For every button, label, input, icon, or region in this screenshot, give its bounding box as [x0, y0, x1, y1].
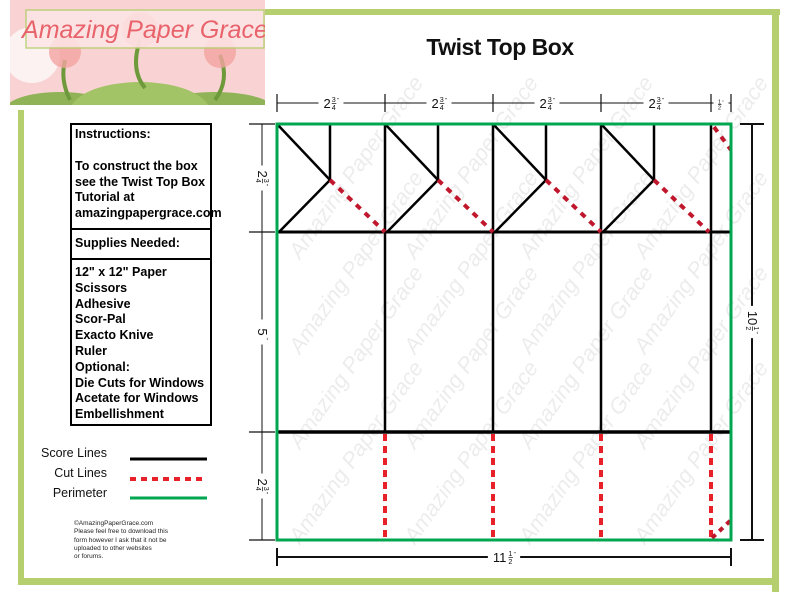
- dimension-whole: 2: [539, 96, 546, 111]
- dimension-label: 1012": [742, 305, 760, 339]
- dimension-numerator: 3: [657, 96, 661, 104]
- inch-mark: ": [262, 184, 268, 186]
- dimension-denominator: 2: [508, 558, 512, 566]
- dimension-whole: 2: [431, 96, 438, 111]
- inch-mark: ": [553, 98, 555, 104]
- dimension-numerator: 1: [508, 550, 512, 558]
- inch-mark: ": [662, 98, 664, 104]
- dimension-numerator: 3: [440, 96, 444, 104]
- dimension-numerator: 3: [262, 487, 270, 491]
- dimension-whole: 11: [493, 550, 507, 565]
- cut-line-diagonal: [710, 518, 733, 540]
- dimension-denominator: 4: [332, 104, 336, 112]
- box-template-diagram: Amazing Paper GraceAmazing Paper GraceAm…: [249, 71, 773, 568]
- inch-mark: ": [262, 492, 268, 494]
- inch-mark: ": [514, 552, 516, 558]
- dimension-label: 234": [426, 96, 452, 114]
- watermark-text: Amazing Paper Grace: [397, 356, 543, 549]
- dimension-numerator: 1: [752, 326, 760, 330]
- dimension-numerator: 3: [548, 96, 552, 104]
- dimension-denominator: 4: [548, 104, 552, 112]
- dimension-denominator: 2: [718, 106, 721, 112]
- dimension-numerator: 3: [332, 96, 336, 104]
- dimension-whole: 10: [745, 311, 760, 325]
- watermark: Amazing Paper GraceAmazing Paper GraceAm…: [282, 71, 773, 549]
- dimension-label: 234": [534, 96, 560, 114]
- dimension-denominator: 4: [254, 487, 262, 491]
- dimension-whole: 2: [255, 170, 270, 177]
- inch-mark: ": [337, 98, 339, 104]
- dimension-label: 2 34": [252, 473, 270, 499]
- inch-mark: ": [262, 338, 268, 340]
- dimension-whole: 2: [323, 96, 330, 111]
- dimension-label: 234": [643, 96, 669, 114]
- dimension-label: 234": [318, 96, 344, 114]
- watermark-text: Amazing Paper Grace: [512, 356, 658, 549]
- dimension-numerator: 3: [262, 179, 270, 183]
- dimension-denominator: 4: [254, 179, 262, 183]
- score-line-diagonal: [276, 123, 331, 181]
- dimension-denominator: 2: [744, 326, 752, 330]
- watermark-text: Amazing Paper Grace: [282, 356, 428, 549]
- dimension-label: 5": [252, 319, 270, 345]
- dimension-denominator: 4: [657, 104, 661, 112]
- dimension-label: 11 12": [487, 550, 521, 568]
- dimension-label: 2 34": [252, 165, 270, 191]
- inch-mark: ": [445, 98, 447, 104]
- inch-mark: ": [752, 332, 758, 334]
- dimension-whole: 2: [255, 478, 270, 485]
- dimension-label: 12": [713, 99, 729, 112]
- dimension-denominator: 4: [440, 104, 444, 112]
- dimension-whole: 5: [255, 328, 270, 335]
- dimension-whole: 2: [648, 96, 655, 111]
